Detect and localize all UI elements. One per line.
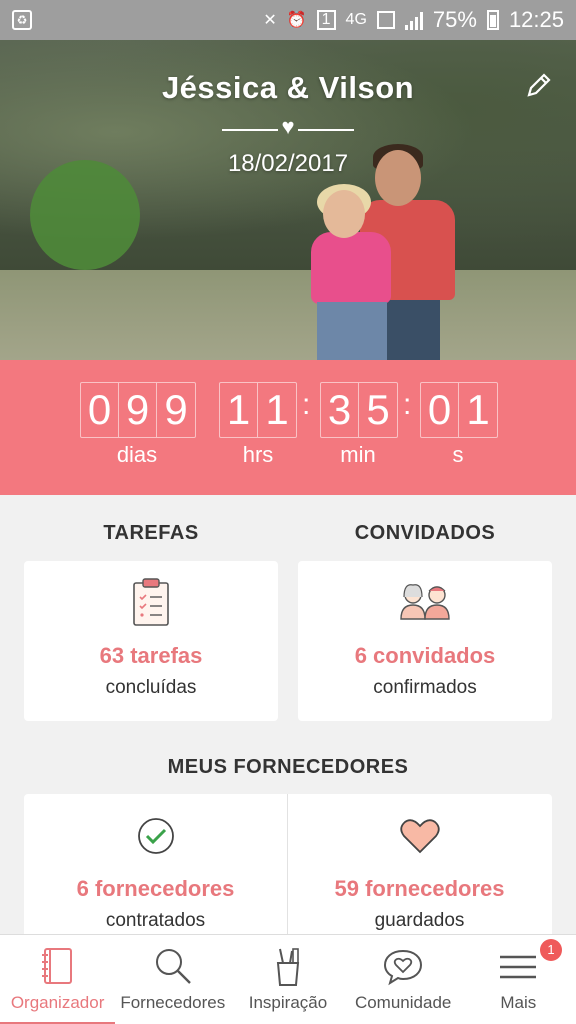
pencil-cup-icon (266, 945, 310, 989)
nav-comunidade[interactable]: Comunidade (346, 935, 461, 1024)
digit: 5 (366, 386, 390, 433)
countdown-hours: 1 1 (219, 382, 297, 438)
signal-icon (404, 10, 423, 30)
nav-label: Fornecedores (120, 993, 226, 1012)
recycle-notification-icon: ♻ (12, 10, 32, 30)
vendors-card: 6 fornecedores contratados 59 fornecedor… (24, 794, 552, 944)
hired-sub: contratados (105, 910, 206, 931)
countdown-days: 0 9 9 (80, 382, 196, 438)
saved-vendors[interactable]: 59 fornecedores guardados (288, 794, 551, 944)
tasks-card[interactable]: 63 tarefas concluídas (24, 561, 278, 721)
photo-water (0, 270, 576, 360)
sim-icon: 1 (316, 10, 336, 30)
nav-label: Comunidade (354, 993, 452, 1012)
saved-sub: guardados (374, 910, 465, 931)
nav-label: Mais (500, 993, 537, 1012)
couple-names: Jéssica & Vilson (161, 70, 415, 105)
hours-label: hrs (242, 442, 274, 467)
countdown: 0 9 9 1 1 : 3 5 : 0 1 dias hrs min s (0, 360, 576, 495)
digit: 1 (265, 386, 289, 433)
guests-couple-icon (398, 581, 452, 621)
nav-inspiracao[interactable]: Inspiração (230, 935, 345, 1024)
notification-badge: 1 (539, 939, 562, 961)
heart-icon (399, 816, 441, 856)
nav-label: Organizador (10, 993, 105, 1012)
digit: 9 (119, 383, 157, 437)
colon: : (302, 388, 311, 421)
digit: 9 (164, 386, 188, 433)
tasks-sub: concluídas (105, 677, 197, 698)
status-bar: ♻ ✕ ⏰ 1 4G 75% 12:25 (0, 0, 576, 40)
vendors-title: MEUS FORNECEDORES (167, 756, 409, 778)
guests-count: 6 convidados (354, 643, 496, 668)
tasks-title: TAREFAS (103, 522, 199, 544)
countdown-minutes: 3 5 (320, 382, 398, 438)
nav-mais[interactable]: 1 Mais (461, 935, 576, 1024)
colon: : (403, 388, 412, 421)
signal-box-icon (376, 11, 395, 29)
digit: 1 (466, 386, 490, 433)
guests-card[interactable]: 6 convidados confirmados (298, 561, 552, 721)
heart-icon: ♥ (281, 114, 295, 139)
nav-fornecedores[interactable]: Fornecedores (115, 935, 230, 1024)
clipboard-icon (131, 577, 171, 627)
edit-pencil-icon[interactable] (524, 70, 554, 100)
battery-percent: 75% (432, 7, 477, 32)
digit: 1 (220, 383, 258, 437)
nav-label: Inspiração (248, 993, 328, 1012)
minutes-label: min (340, 442, 376, 467)
clock: 12:25 (508, 7, 564, 32)
hired-vendors[interactable]: 6 fornecedores contratados (24, 794, 287, 944)
network-type: 4G (345, 11, 367, 28)
wedding-date: 18/02/2017 (227, 150, 349, 177)
hero-photo: Jéssica & Vilson ♥ 18/02/2017 (0, 40, 576, 360)
alarm-icon: ⏰ (286, 12, 307, 29)
nav-organizador[interactable]: Organizador (0, 935, 116, 1024)
checkmark-icon (136, 816, 176, 856)
seconds-label: s (452, 442, 464, 467)
digit: 0 (421, 383, 459, 437)
digit: 3 (321, 383, 359, 437)
hired-count: 6 fornecedores (76, 876, 235, 901)
bottom-nav: Organizador Fornecedores Inspiração Comu… (0, 934, 576, 1024)
days-label: dias (116, 442, 158, 467)
guests-sub: confirmados (373, 677, 477, 698)
mute-icon: ✕ (263, 12, 277, 29)
countdown-seconds: 0 1 (420, 382, 498, 438)
digit: 0 (81, 383, 119, 437)
status-right: ✕ ⏰ 1 4G 75% 12:25 (263, 7, 564, 33)
chat-heart-icon (381, 945, 425, 989)
menu-icon (496, 945, 540, 989)
saved-count: 59 fornecedores (334, 876, 505, 901)
notebook-icon (36, 945, 80, 989)
guests-title: CONVIDADOS (354, 522, 496, 544)
heart-divider: ♥ (222, 116, 354, 138)
battery-icon (486, 10, 499, 30)
search-icon (151, 945, 195, 989)
tasks-count: 63 tarefas (99, 643, 203, 668)
